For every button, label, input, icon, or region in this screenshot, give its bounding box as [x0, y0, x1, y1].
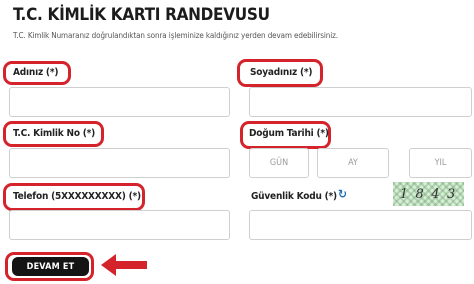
security-code-input[interactable]	[249, 210, 472, 240]
birth-month-input[interactable]: AY	[317, 148, 389, 178]
continue-button[interactable]: DEVAM ET	[12, 257, 89, 276]
captcha-digit: 1	[399, 186, 411, 202]
last-name-input[interactable]	[249, 87, 472, 117]
captcha-digit: 8	[415, 186, 426, 202]
phone-label: Telefon (5XXXXXXXXX) (*)	[13, 191, 141, 202]
tc-no-input[interactable]	[9, 148, 230, 178]
last-name-label: Soyadınız (*)	[250, 67, 313, 78]
security-code-label: Güvenlik Kodu (*)	[251, 191, 337, 202]
tc-no-label: T.C. Kimlik No (*)	[13, 128, 96, 139]
captcha-image: 1 8 4 3	[393, 182, 464, 206]
first-name-input[interactable]	[9, 87, 230, 117]
arrow-left-icon	[101, 254, 147, 276]
birth-year-input[interactable]: YIL	[409, 148, 472, 178]
captcha-digit: 4	[431, 186, 442, 202]
captcha-digit: 3	[446, 186, 458, 202]
phone-input[interactable]	[9, 210, 230, 240]
first-name-label: Adınız (*)	[13, 67, 59, 78]
refresh-icon[interactable]: ↻	[338, 187, 347, 201]
page-subtitle: T.C. Kimlik Numaranız doğrulandıktan son…	[13, 31, 338, 40]
page-title: T.C. KİMLİK KARTI RANDEVUSU	[13, 5, 270, 25]
birth-day-input[interactable]: GÜN	[249, 148, 309, 178]
birth-date-label: Doğum Tarihi (*)	[249, 128, 329, 139]
